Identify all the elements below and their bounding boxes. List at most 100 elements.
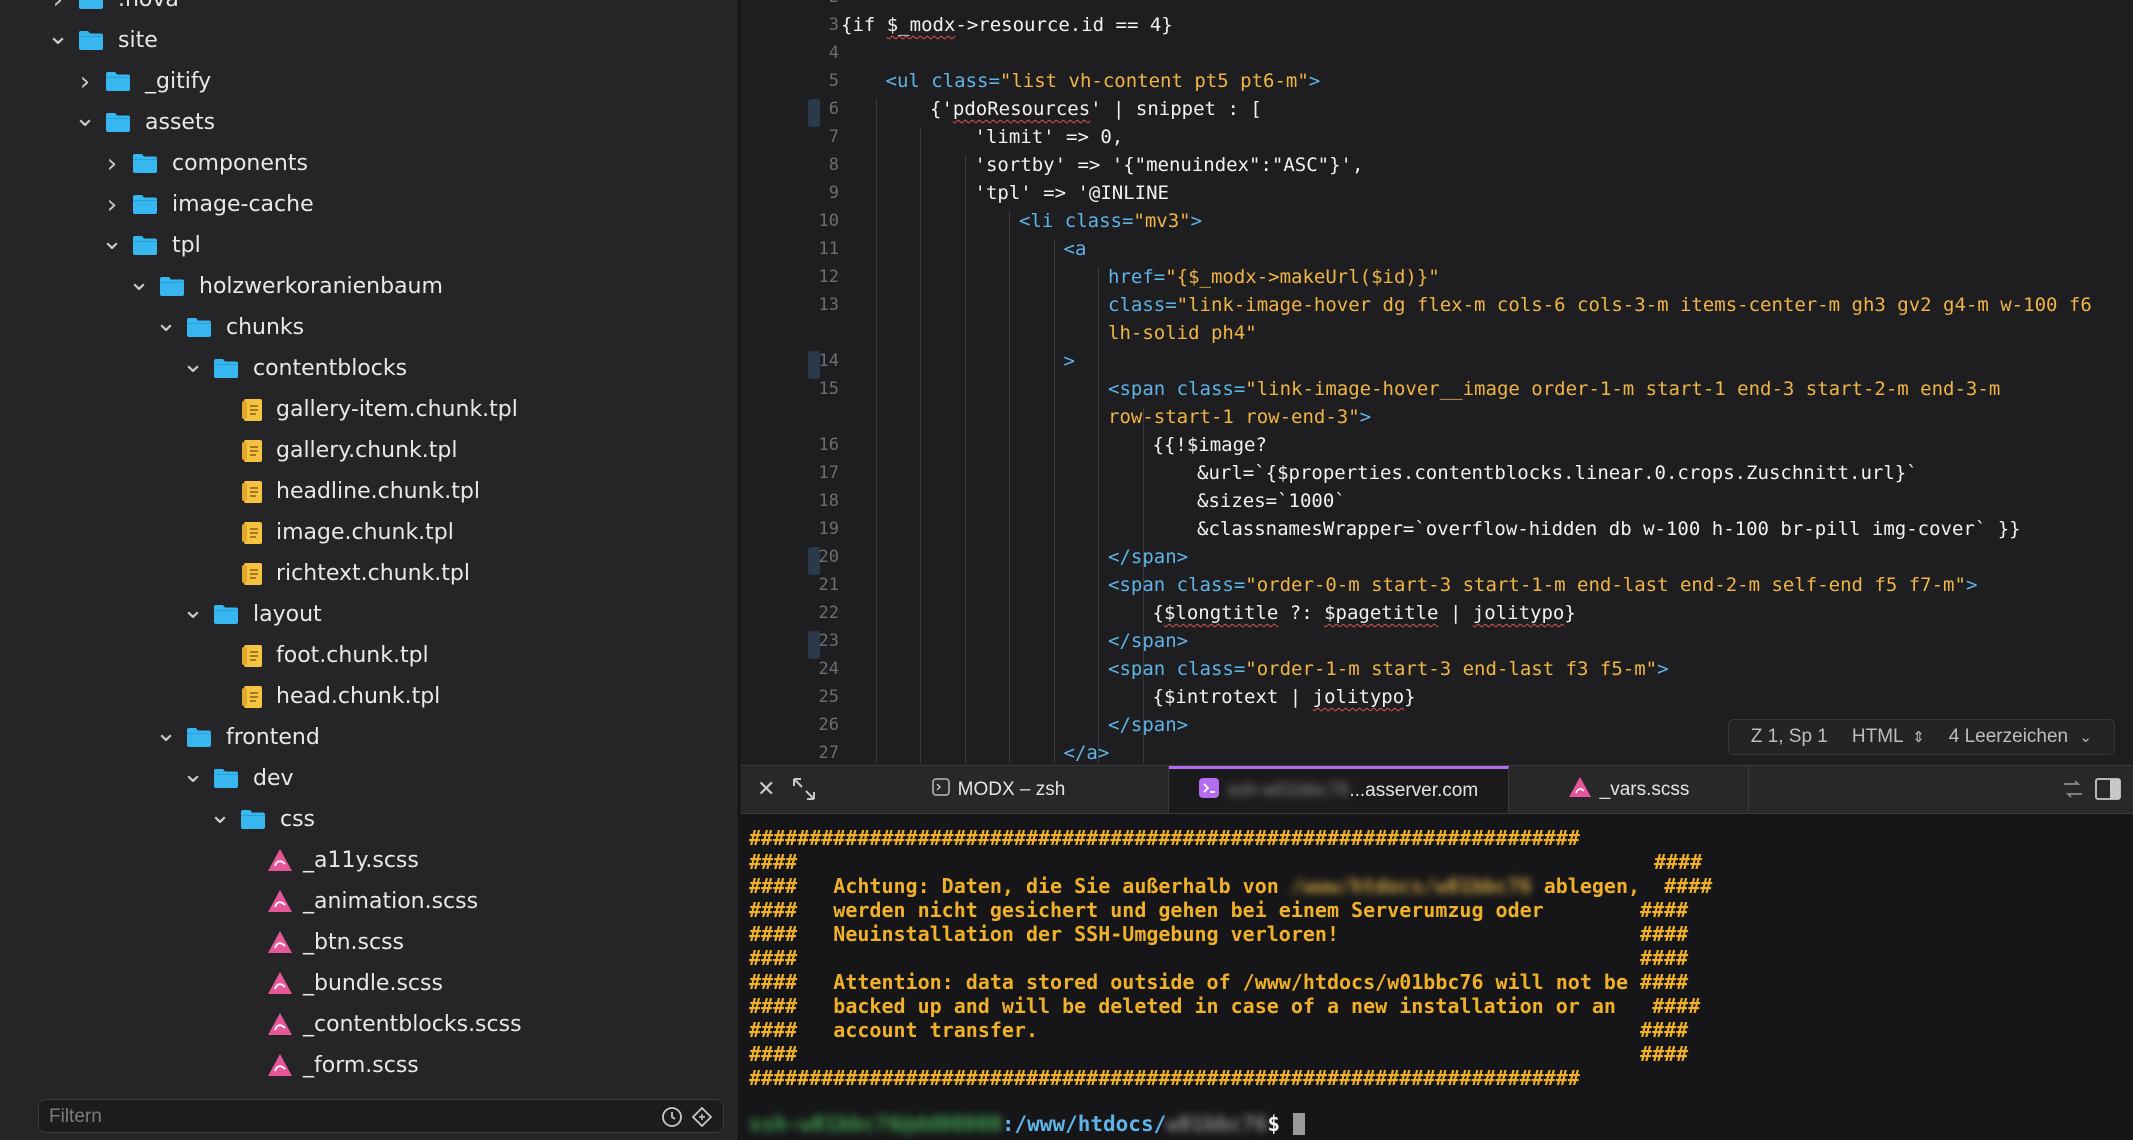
git-diff-icon[interactable] (689, 1104, 715, 1130)
folder-item[interactable]: ⌄ frontend (155, 717, 320, 758)
indent-selector[interactable]: 4 Leerzeichen ⌄ (1949, 726, 2092, 748)
chevron-right-icon[interactable]: › (102, 190, 122, 220)
code-line[interactable]: <span class="order-1-m start-3 end-last … (1108, 655, 1669, 683)
code-line[interactable]: lh-solid ph4" (1108, 319, 1257, 347)
code-line[interactable]: </span> (1108, 711, 1188, 739)
folder-item[interactable]: ⌄ site (47, 20, 158, 61)
file-item[interactable]: head.chunk.tpl (210, 676, 440, 717)
file-item[interactable]: headline.chunk.tpl (210, 471, 480, 512)
code-token: class= (1108, 294, 1177, 316)
code-line[interactable]: href="{$_modx->makeUrl($id)}" (1108, 263, 1440, 291)
tab-vars-scss[interactable]: _vars.scss (1509, 766, 1749, 813)
chevron-right-icon[interactable]: › (75, 67, 95, 97)
line-number: 26 (818, 715, 839, 735)
chevron-right-icon[interactable]: › (48, 0, 68, 15)
code-editor[interactable]: 23{if $_modx->resource.id == 4}45<ul cla… (741, 0, 2133, 763)
chevron-down-icon[interactable]: ⌄ (182, 759, 204, 789)
sidebar-toggle-icon[interactable] (2095, 777, 2121, 807)
code-line[interactable]: {$introtext | jolitypo} (1153, 683, 1416, 711)
shell-prompt[interactable]: ssh-w01bbc76@dd00000:/www/htdocs/w01bbc7… (749, 1112, 1305, 1136)
tab-ssh-server[interactable]: ssh-w01bbc76 ...asserver.com (1169, 766, 1509, 813)
banner-line: #### Neuinstallation der SSH-Umgebung ve… (749, 922, 1689, 946)
code-line[interactable]: {{!$image? (1153, 431, 1267, 459)
code-line[interactable]: > (1064, 347, 1075, 375)
folder-item[interactable]: › image-cache (102, 184, 314, 225)
file-item[interactable]: _contentblocks.scss (237, 1004, 522, 1045)
code-line[interactable]: 'sortby' => '{"menuindex":"ASC"}', (975, 151, 1364, 179)
code-token: href= (1108, 266, 1166, 288)
chevron-down-icon[interactable]: ⌄ (155, 308, 177, 338)
code-line[interactable]: 'tpl' => '@INLINE (975, 179, 1169, 207)
folder-item[interactable]: › components (102, 143, 308, 184)
close-icon[interactable]: ✕ (757, 776, 775, 802)
folder-item[interactable]: ⌄ css (209, 799, 316, 840)
chevron-down-icon[interactable]: ⌄ (47, 21, 69, 51)
code-line[interactable]: &sizes=`1000` (1197, 487, 1346, 515)
code-line[interactable]: row-start-1 row-end-3"> (1108, 403, 1371, 431)
chevron-down-icon[interactable]: ⌄ (155, 718, 177, 748)
code-line[interactable]: <a (1064, 235, 1087, 263)
code-line[interactable]: 'limit' => 0, (975, 123, 1124, 151)
code-line[interactable]: {'pdoResources' | snippet : [ (930, 95, 1262, 123)
tree-item-label: .nova (118, 0, 179, 12)
code-token: </a> (1063, 742, 1110, 763)
chevron-down-icon[interactable]: ⌄ (182, 595, 204, 625)
code-line[interactable]: <span class="order-0-m start-3 start-1-m… (1108, 571, 1977, 599)
cursor-position[interactable]: Z 1, Sp 1 (1751, 726, 1828, 748)
chevron-right-icon[interactable]: › (102, 149, 122, 179)
folder-item[interactable]: ⌄ dev (182, 758, 293, 799)
template-file-icon (240, 479, 266, 505)
tree-item-label: holzwerkoranienbaum (199, 274, 443, 299)
code-line[interactable]: <span class="link-image-hover__image ord… (1108, 375, 2000, 403)
tree-item-label: image-cache (172, 192, 314, 217)
file-item[interactable]: richtext.chunk.tpl (210, 553, 470, 594)
folder-item[interactable]: ⌄ chunks (155, 307, 304, 348)
syntax-selector[interactable]: HTML ⇕ (1852, 726, 1925, 748)
file-item[interactable]: image.chunk.tpl (210, 512, 454, 553)
folder-item[interactable]: › _gitify (75, 61, 211, 102)
line-number: 11 (818, 239, 839, 259)
code-line[interactable]: </span> (1108, 543, 1188, 571)
code-line[interactable]: {$longtitle ?: $pagetitle | jolitypo} (1153, 599, 1576, 627)
chevron-down-icon[interactable]: ⌄ (209, 800, 231, 830)
code-line[interactable]: {if $_modx->resource.id == 4} (841, 11, 1173, 39)
folder-item[interactable]: ⌄ tpl (101, 225, 201, 266)
code-line[interactable]: <li class="mv3"> (1019, 207, 1202, 235)
folder-item[interactable]: › .nova (48, 0, 179, 20)
folder-item[interactable]: ⌄ contentblocks (182, 348, 407, 389)
chevron-down-icon[interactable]: ⌄ (182, 349, 204, 379)
file-browser-sidebar: › .nova ⌄ site › _gitify ⌄ assets › components › im… (0, 0, 740, 1140)
file-item[interactable]: _animation.scss (237, 881, 478, 922)
tab-modx-zsh[interactable]: MODX – zsh (829, 766, 1169, 813)
file-item[interactable]: gallery-item.chunk.tpl (210, 389, 518, 430)
chevron-down-icon[interactable]: ⌄ (101, 226, 123, 256)
file-item[interactable]: gallery.chunk.tpl (210, 430, 458, 471)
chevron-down-icon[interactable]: ⌄ (74, 103, 96, 133)
code-line[interactable]: <ul class="list vh-content pt5 pt6-m"> (886, 67, 1321, 95)
folder-item[interactable]: ⌄ assets (74, 102, 215, 143)
expand-icon[interactable] (791, 776, 817, 808)
file-item[interactable]: _bundle.scss (237, 963, 443, 1004)
file-item[interactable]: _form.scss (237, 1045, 419, 1086)
code-line[interactable]: </a> (1064, 739, 1110, 763)
tree-item-label: image.chunk.tpl (276, 520, 454, 545)
terminal-tab-bar: ✕ MODX – zsh ssh-w01bbc76 ...asserver.co… (741, 765, 2133, 814)
chevron-down-icon[interactable]: ⌄ (128, 267, 150, 297)
file-item[interactable]: foot.chunk.tpl (210, 635, 429, 676)
terminal-output[interactable]: ########################################… (741, 814, 2133, 1140)
folder-item[interactable]: ⌄ holzwerkoranienbaum (128, 266, 443, 307)
code-line[interactable]: &url=`{$properties.contentblocks.linear.… (1197, 459, 1918, 487)
code-line[interactable]: </span> (1108, 627, 1188, 655)
filter-field[interactable] (38, 1099, 724, 1134)
folder-item[interactable]: ⌄ layout (182, 594, 322, 635)
filter-input[interactable] (47, 1100, 651, 1134)
split-icon[interactable] (2061, 777, 2085, 807)
file-item[interactable]: _a11y.scss (237, 840, 419, 881)
tree-item-label: css (280, 807, 316, 832)
file-item[interactable]: _btn.scss (237, 922, 404, 963)
line-number: 22 (818, 603, 839, 623)
clock-icon[interactable] (659, 1104, 685, 1130)
code-token: &sizes=`1000` (1197, 490, 1346, 512)
code-line[interactable]: class="link-image-hover dg flex-m cols-6… (1108, 291, 2092, 319)
code-line[interactable]: &classnamesWrapper=`overflow-hidden db w… (1197, 515, 2021, 543)
